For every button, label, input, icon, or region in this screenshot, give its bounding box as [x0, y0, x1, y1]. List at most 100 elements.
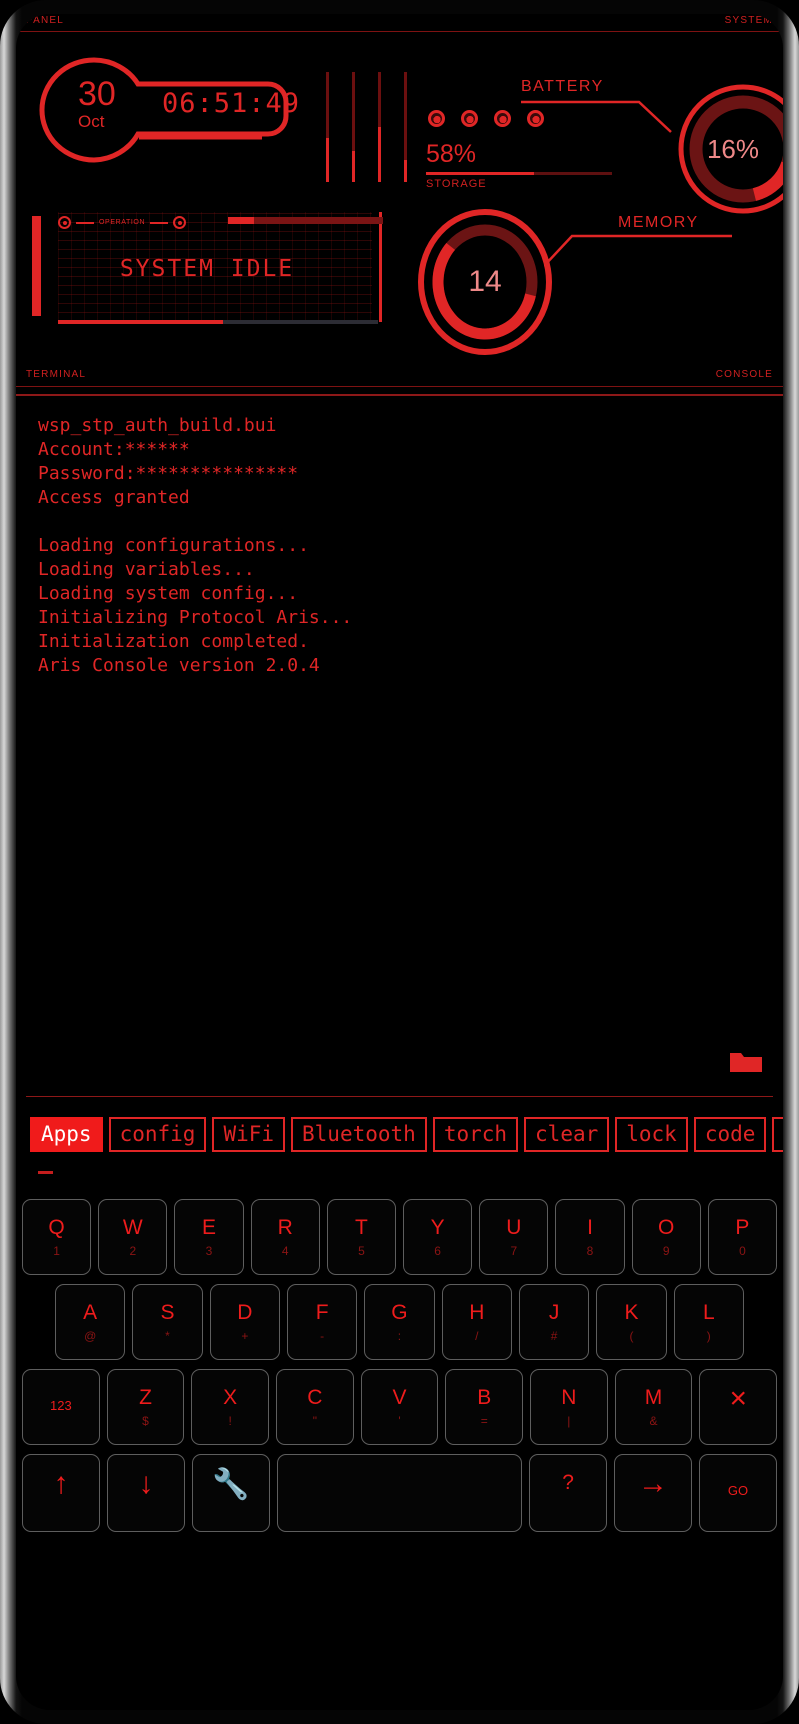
key-cap: S	[160, 1301, 175, 1324]
key-cap: GO	[727, 1483, 749, 1498]
key-subcap: !	[228, 1414, 232, 1428]
key-cap: E	[202, 1216, 217, 1239]
phone-device-frame: PANEL SYSTEM 30 Oct 06:51:49 58% STORAGE…	[0, 0, 799, 1724]
key-arrow-up[interactable]: ↑	[22, 1454, 100, 1532]
key-subcap: 0	[739, 1244, 746, 1258]
signal-bar	[404, 72, 407, 182]
key-c[interactable]: C "	[276, 1369, 354, 1445]
operation-bottom-bar	[58, 320, 378, 324]
operation-node-icon	[173, 216, 187, 229]
key-subcap: 3	[205, 1244, 213, 1258]
key-backspace[interactable]: ×	[699, 1369, 778, 1445]
keyboard-row-2: A @ S * D + F - G: H / J # K(L)	[22, 1284, 777, 1360]
key-123[interactable]: 123	[22, 1369, 100, 1445]
operation-top-bar	[228, 217, 383, 224]
console-line: Loading configurations...	[38, 535, 309, 556]
app-shortcut-bar[interactable]: Apps config WiFi Bluetooth torch clear lock cod…	[16, 1097, 783, 1171]
operation-panel: OPERATION SYSTEM IDLE 14 MEMORY	[16, 202, 783, 367]
chip--[interactable]: [	[772, 1116, 783, 1152]
key-go[interactable]: GO	[699, 1454, 778, 1532]
phone-screen: PANEL SYSTEM 30 Oct 06:51:49 58% STORAGE…	[16, 14, 783, 1710]
memory-leader-line	[544, 234, 732, 267]
key-t[interactable]: T5	[326, 1199, 397, 1275]
chip-torch[interactable]: torch	[432, 1116, 519, 1152]
key-wrench[interactable]: 🔧	[191, 1454, 270, 1532]
key-n[interactable]: N |	[530, 1369, 608, 1445]
signal-bars	[326, 72, 418, 182]
console-line: Initialization completed.	[38, 631, 309, 652]
key-cap: W	[122, 1216, 143, 1239]
key-q[interactable]: Q1	[22, 1199, 92, 1275]
key-k[interactable]: K(	[596, 1284, 667, 1360]
operation-connector	[150, 221, 169, 224]
key-b[interactable]: B =	[445, 1369, 524, 1445]
chip-bluetooth[interactable]: Bluetooth	[291, 1116, 427, 1152]
key-v[interactable]: V '	[360, 1369, 439, 1445]
key-subcap: :	[397, 1329, 402, 1343]
key-subcap: &	[649, 1414, 658, 1428]
key-f[interactable]: F-	[286, 1284, 358, 1360]
key-subcap: @	[84, 1329, 97, 1343]
key-cap: →	[638, 1467, 669, 1500]
key-cap: J	[548, 1301, 560, 1324]
key-l[interactable]: L)	[673, 1284, 744, 1360]
key-d[interactable]: D +	[209, 1284, 280, 1360]
operation-node-icon	[58, 216, 71, 229]
console-line: Loading system config...	[38, 583, 299, 604]
storage-bar-fill	[426, 172, 534, 175]
keyboard-row-3: 123 Z $ X! C " V ' B = N | M & ×	[22, 1369, 778, 1445]
console-line: Account:******	[38, 439, 190, 460]
key-w[interactable]: W2	[98, 1199, 168, 1275]
key-space[interactable]	[276, 1454, 523, 1532]
chip-code[interactable]: code	[693, 1116, 767, 1152]
console-output[interactable]: wsp_stp_auth_build.bui Account:****** Pass…	[16, 396, 783, 1096]
key-question[interactable]: ?	[529, 1454, 608, 1532]
key-cap: ×	[729, 1382, 747, 1415]
console-line: wsp_stp_auth_build.bui	[38, 415, 277, 436]
key-cap: U	[506, 1216, 522, 1239]
key-e[interactable]: E3	[174, 1199, 244, 1275]
system-state-text: SYSTEM IDLE	[119, 256, 295, 282]
key-u[interactable]: U7	[479, 1199, 549, 1275]
console-line: Initializing Protocol Aris...	[38, 607, 353, 628]
clock-widget[interactable]: 30 Oct 06:51:49	[32, 54, 310, 164]
key-o[interactable]: O9	[631, 1199, 701, 1275]
key-cap: L	[702, 1301, 715, 1324]
key-m[interactable]: M &	[614, 1369, 693, 1445]
key-s[interactable]: S *	[132, 1284, 203, 1360]
key-j[interactable]: J #	[518, 1284, 590, 1360]
key-cap: B	[477, 1386, 492, 1409]
key-i[interactable]: I8	[555, 1199, 625, 1275]
key-x[interactable]: X!	[191, 1369, 270, 1445]
key-cap: Q	[48, 1216, 65, 1239]
chip-clear[interactable]: clear	[524, 1116, 610, 1152]
virtual-keyboard[interactable]: Q1W2E3R4T5Y6U7I8O9P0 A @ S * D + F - G: H / J # K(L) …	[16, 1199, 783, 1532]
folder-icon[interactable]	[729, 1048, 763, 1074]
chip-lock[interactable]: lock	[615, 1116, 688, 1152]
console-line: Aris Console version 2.0.4	[38, 655, 320, 676]
key-subcap: 5	[358, 1244, 365, 1258]
chip-config[interactable]: config	[108, 1116, 207, 1152]
key-z[interactable]: Z $	[106, 1369, 185, 1445]
key-a[interactable]: A @	[55, 1284, 126, 1360]
key-arrow-right[interactable]: →	[614, 1454, 693, 1532]
text-cursor	[38, 1171, 53, 1174]
key-p[interactable]: P0	[707, 1199, 778, 1275]
key-cap: ↑	[53, 1467, 69, 1500]
operation-marker: OPERATION	[58, 216, 187, 229]
keyboard-row-4: ↑ ↓ 🔧? → GO	[22, 1454, 778, 1532]
storage-percent: 58%	[426, 140, 477, 168]
key-r[interactable]: R4	[250, 1199, 320, 1275]
chip-apps[interactable]: Apps	[30, 1116, 103, 1152]
key-y[interactable]: Y6	[403, 1199, 473, 1275]
indicator-dot	[494, 110, 511, 127]
key-subcap: 6	[434, 1244, 441, 1258]
key-h[interactable]: H /	[441, 1284, 512, 1360]
chip-wifi[interactable]: WiFi	[212, 1116, 286, 1152]
key-cap: M	[644, 1386, 663, 1409]
key-arrow-down[interactable]: ↓	[106, 1454, 185, 1532]
key-subcap: /	[475, 1329, 479, 1343]
key-g[interactable]: G:	[364, 1284, 435, 1360]
console-line-list: wsp_stp_auth_build.bui Account:****** Pass…	[38, 414, 771, 678]
memory-value: 14	[468, 265, 502, 298]
